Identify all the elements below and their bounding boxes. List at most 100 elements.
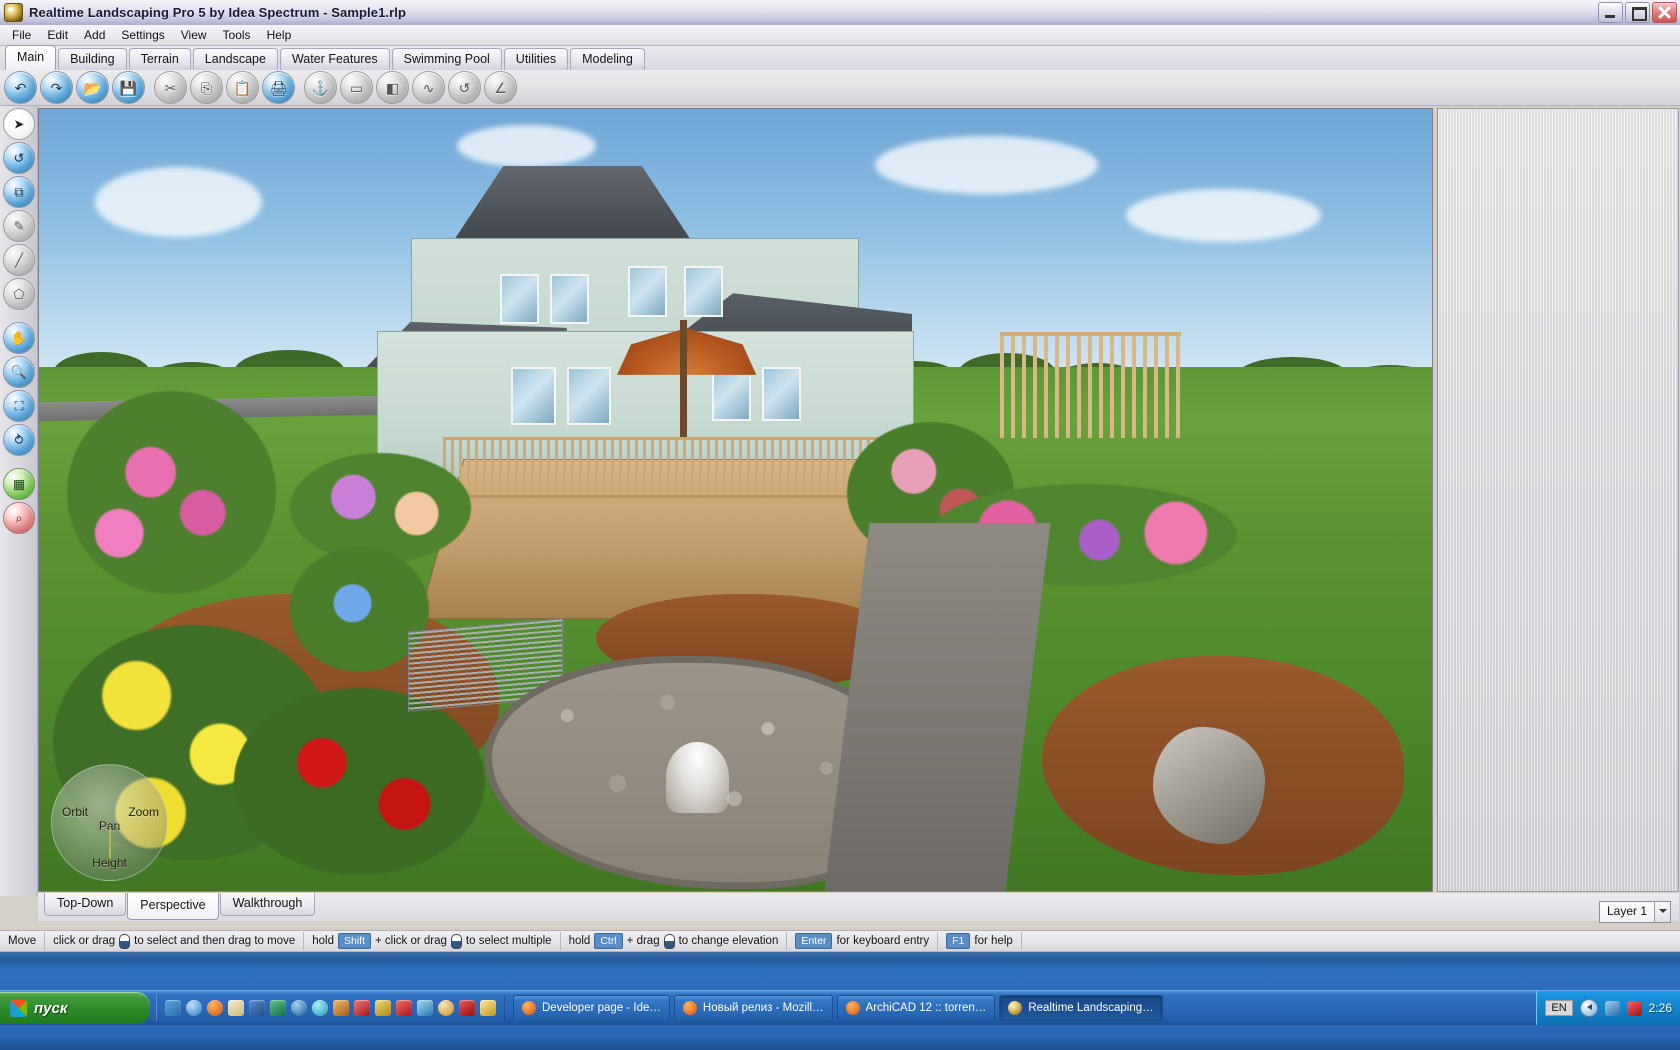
flower-bed-red-roses[interactable] xyxy=(234,687,485,876)
undo-glyph: ↶ xyxy=(14,79,27,96)
mirror-icon[interactable]: ◧ xyxy=(376,71,409,104)
task-button-archicad-torrent[interactable]: ArchiCAD 12 :: torren… xyxy=(836,995,996,1021)
tab-building[interactable]: Building xyxy=(58,48,127,70)
tab-utilities[interactable]: Utilities xyxy=(503,48,569,70)
firefox-icon xyxy=(522,1001,536,1015)
task-button-novyi-reliz[interactable]: Новый релиз - Mozill… xyxy=(673,995,833,1021)
language-indicator[interactable]: EN xyxy=(1545,1000,1573,1016)
firefox-icon[interactable] xyxy=(207,1000,223,1016)
utility-icon[interactable] xyxy=(354,1000,370,1016)
status-hint-move: click or drag to select and then drag to… xyxy=(45,932,305,950)
status-hint-help: F1 for help xyxy=(938,932,1022,950)
close-button[interactable] xyxy=(1652,2,1677,23)
menu-add[interactable]: Add xyxy=(76,26,113,44)
print-icon[interactable]: 🖨 xyxy=(262,71,295,104)
view-tab-perspective[interactable]: Perspective xyxy=(127,893,219,920)
compass-orbit-label: Orbit xyxy=(62,805,89,819)
minimize-button[interactable] xyxy=(1598,2,1623,23)
chevron-down-icon[interactable] xyxy=(1654,902,1670,922)
angle-icon[interactable]: ∠ xyxy=(484,71,517,104)
magnet-snap-icon[interactable]: ⌕ xyxy=(3,502,35,534)
undo-icon[interactable]: ↶ xyxy=(4,71,37,104)
draw-region-icon[interactable]: ⬠ xyxy=(3,278,35,310)
spline-icon[interactable]: ∿ xyxy=(412,71,445,104)
internet-explorer-icon[interactable] xyxy=(186,1000,202,1016)
pergola-arbor[interactable] xyxy=(1000,331,1182,438)
zoom-icon[interactable]: 🔍 xyxy=(3,356,35,388)
tab-landscape[interactable]: Landscape xyxy=(192,48,278,70)
bubbling-fountain[interactable] xyxy=(665,742,729,813)
rotate-icon[interactable]: ↺ xyxy=(448,71,481,104)
pan-hand-icon[interactable]: ✋ xyxy=(3,322,35,354)
menu-settings[interactable]: Settings xyxy=(113,26,172,44)
terrain-flatten-icon[interactable]: ▭ xyxy=(340,71,373,104)
task-label: Developer page - Ide… xyxy=(542,1002,661,1014)
cut-icon[interactable]: ✂ xyxy=(154,71,187,104)
key-ctrl: Ctrl xyxy=(594,933,623,949)
show-hidden-icons-icon[interactable] xyxy=(1579,999,1598,1017)
flower-bed-azalea-left[interactable] xyxy=(289,453,471,563)
redo-icon[interactable]: ↷ xyxy=(40,71,73,104)
menu-file[interactable]: File xyxy=(4,26,39,44)
tab-modeling[interactable]: Modeling xyxy=(570,48,645,70)
task-button-realtime-landscaping[interactable]: Realtime Landscaping… xyxy=(999,995,1163,1021)
plant-stake-icon[interactable]: ⚓ xyxy=(304,71,337,104)
ribbon-tab-strip: Main Building Terrain Landscape Water Fe… xyxy=(0,45,1680,70)
view-tab-top-down[interactable]: Top-Down xyxy=(44,893,127,916)
maximize-button[interactable] xyxy=(1625,2,1650,23)
acrobat-icon[interactable] xyxy=(396,1000,412,1016)
paint-icon[interactable] xyxy=(228,1000,244,1016)
menu-view[interactable]: View xyxy=(173,26,215,44)
open-file-icon[interactable]: 📂 xyxy=(76,71,109,104)
word-icon[interactable] xyxy=(249,1000,265,1016)
archive-icon[interactable] xyxy=(333,1000,349,1016)
design-viewport[interactable]: Orbit Zoom Pan Height xyxy=(38,108,1433,892)
draw-line-glyph: ╱ xyxy=(15,252,23,268)
draw-line-icon[interactable]: ╱ xyxy=(3,244,35,276)
zoom-extents-icon[interactable]: ⛶ xyxy=(3,390,35,422)
volume-icon[interactable] xyxy=(1626,1000,1642,1016)
right-properties-panel[interactable] xyxy=(1437,108,1679,892)
save-icon[interactable]: 💾 xyxy=(112,71,145,104)
navigation-compass[interactable]: Orbit Zoom Pan Height xyxy=(51,764,168,881)
hint-elev-pre: hold xyxy=(568,935,591,947)
draw-freehand-icon[interactable]: ✎ xyxy=(3,210,35,242)
aimp-icon[interactable] xyxy=(312,1000,328,1016)
clock[interactable]: 2:26 xyxy=(1649,1001,1672,1015)
hint-move-pre: click or drag xyxy=(53,935,116,947)
grid-icon[interactable]: ▦ xyxy=(3,468,35,500)
notes-icon[interactable] xyxy=(375,1000,391,1016)
paste-icon[interactable]: 📋 xyxy=(226,71,259,104)
abbyy-icon[interactable] xyxy=(459,1000,475,1016)
mouse-icon-2 xyxy=(450,933,462,949)
tab-swimming-pool[interactable]: Swimming Pool xyxy=(391,48,502,70)
scale-object-icon[interactable]: ⧉ xyxy=(3,176,35,208)
copy-icon[interactable]: ⎘ xyxy=(190,71,223,104)
media-player-icon[interactable] xyxy=(291,1000,307,1016)
task-button-developer-page[interactable]: Developer page - Ide… xyxy=(513,995,670,1021)
clock-icon[interactable] xyxy=(480,1000,496,1016)
excel-icon[interactable] xyxy=(270,1000,286,1016)
view-tab-walkthrough[interactable]: Walkthrough xyxy=(219,893,316,916)
start-button-label: пуск xyxy=(34,999,68,1017)
show-desktop-icon[interactable] xyxy=(165,1000,181,1016)
start-button[interactable]: пуск xyxy=(0,992,150,1024)
terrain-flatten-glyph: ▭ xyxy=(349,79,364,96)
network-icon[interactable] xyxy=(1604,1000,1620,1016)
orbit-icon[interactable]: ⥁ xyxy=(3,424,35,456)
menu-help[interactable]: Help xyxy=(259,26,300,44)
key-enter: Enter xyxy=(795,933,833,949)
tab-main[interactable]: Main xyxy=(5,45,57,70)
menu-tools[interactable]: Tools xyxy=(215,26,259,44)
tab-water-features[interactable]: Water Features xyxy=(279,48,390,70)
layer-selector[interactable]: Layer 1 xyxy=(1598,901,1671,923)
hint-elev-mid: + drag xyxy=(626,935,660,947)
menu-edit[interactable]: Edit xyxy=(39,26,76,44)
flower-bed-crape-myrtle[interactable] xyxy=(66,390,276,594)
battery-icon[interactable] xyxy=(417,1000,433,1016)
select-arrow-icon[interactable]: ➤ xyxy=(3,108,35,140)
window-title: Realtime Landscaping Pro 5 by Idea Spect… xyxy=(29,5,407,20)
rotate-object-icon[interactable]: ↺ xyxy=(3,142,35,174)
tab-terrain[interactable]: Terrain xyxy=(128,48,191,70)
download-icon[interactable] xyxy=(438,1000,454,1016)
